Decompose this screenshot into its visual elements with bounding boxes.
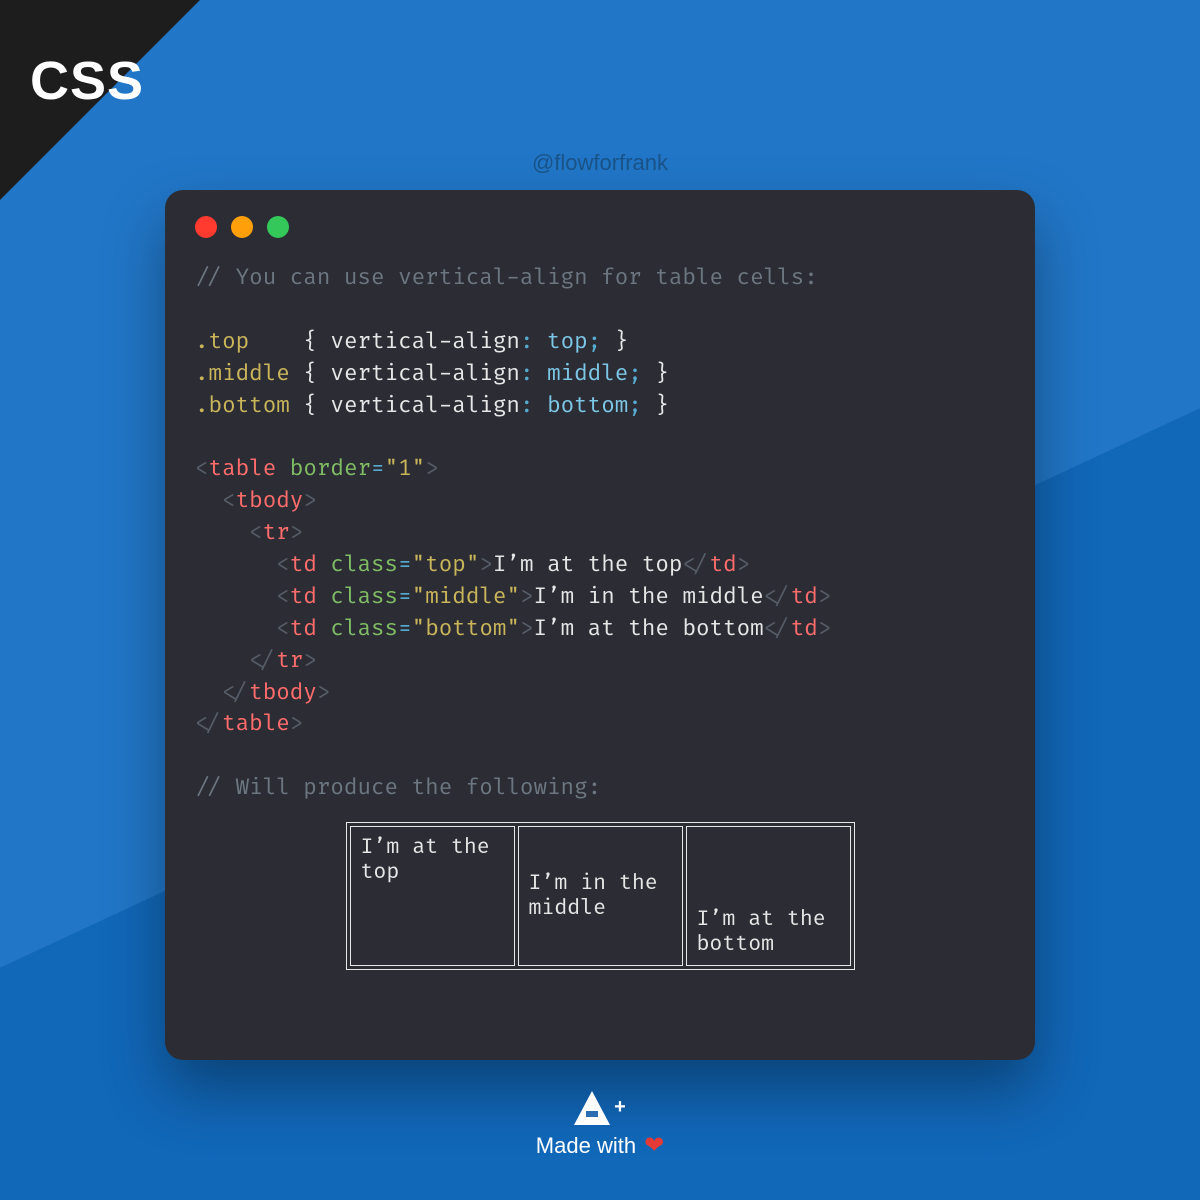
css-selector: .middle xyxy=(195,360,290,387)
window-controls xyxy=(195,216,1005,238)
code-block: // You can use vertical-align for table … xyxy=(195,262,1005,804)
close-icon[interactable] xyxy=(195,216,217,238)
demo-output: I’m at the top I’m in the middle I’m at … xyxy=(195,822,1005,970)
cell-bottom: I’m at the bottom xyxy=(686,826,851,966)
made-with: Made with ❤ xyxy=(0,1131,1200,1160)
css-selector: .top xyxy=(195,328,249,355)
demo-table: I’m at the top I’m in the middle I’m at … xyxy=(346,822,855,970)
heart-icon: ❤ xyxy=(644,1131,664,1160)
code-comment: // You can use vertical-align for table … xyxy=(195,264,818,291)
code-comment: // Will produce the following: xyxy=(195,774,601,801)
maximize-icon[interactable] xyxy=(267,216,289,238)
badge-label: CSS xyxy=(30,50,144,112)
cell-top: I’m at the top xyxy=(350,826,515,966)
cell-middle: I’m in the middle xyxy=(518,826,683,966)
minimize-icon[interactable] xyxy=(231,216,253,238)
logo-plus-icon: + xyxy=(614,1096,626,1119)
code-window: // You can use vertical-align for table … xyxy=(165,190,1035,1060)
footer: + Made with ❤ xyxy=(0,1091,1200,1160)
css-selector: .bottom xyxy=(195,392,290,419)
table-row: I’m at the top I’m in the middle I’m at … xyxy=(350,826,851,966)
brand-logo: + xyxy=(574,1091,626,1125)
logo-a-icon xyxy=(574,1091,610,1125)
